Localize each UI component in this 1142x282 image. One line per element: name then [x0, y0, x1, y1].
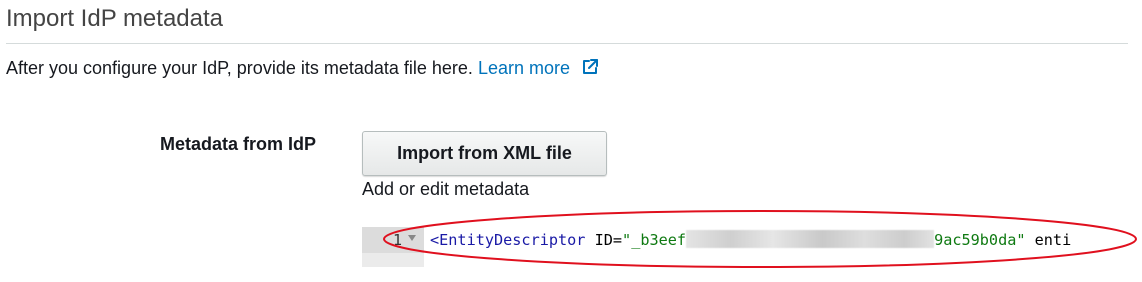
redacted-region — [686, 230, 935, 248]
title-divider — [6, 43, 1128, 44]
xml-tag-token: <EntityDescriptor — [430, 231, 586, 249]
learn-more-link[interactable]: Learn more — [478, 58, 599, 78]
metadata-code-editor[interactable]: 1 <EntityDescriptor ID="_b3eef 9ac59b0da"… — [362, 227, 1117, 267]
import-xml-button[interactable]: Import from XML file — [362, 131, 607, 176]
learn-more-label[interactable]: Learn more — [478, 58, 570, 78]
metadata-field-label: Metadata from IdP — [160, 134, 317, 154]
editor-gutter: 1 — [362, 227, 424, 267]
chevron-down-icon[interactable] — [408, 235, 416, 241]
editor-line[interactable]: <EntityDescriptor ID="_b3eef 9ac59b0da" e… — [430, 230, 1071, 250]
xml-attr-token: ID — [585, 231, 613, 249]
metadata-helper-text: Add or edit metadata — [362, 179, 530, 199]
external-link-icon[interactable] — [581, 58, 599, 76]
xml-value-start-token: "_b3eef — [622, 231, 687, 249]
line-number: 1 — [392, 231, 402, 249]
section-title: Import IdP metadata — [6, 5, 224, 32]
section-description: After you configure your IdP, provide it… — [6, 56, 599, 80]
xml-equals-token: = — [612, 231, 623, 249]
description-text: After you configure your IdP, provide it… — [6, 58, 473, 78]
xml-value-end-token: 9ac59b0da" — [934, 231, 1026, 249]
xml-attr-next-token: enti — [1025, 231, 1072, 249]
